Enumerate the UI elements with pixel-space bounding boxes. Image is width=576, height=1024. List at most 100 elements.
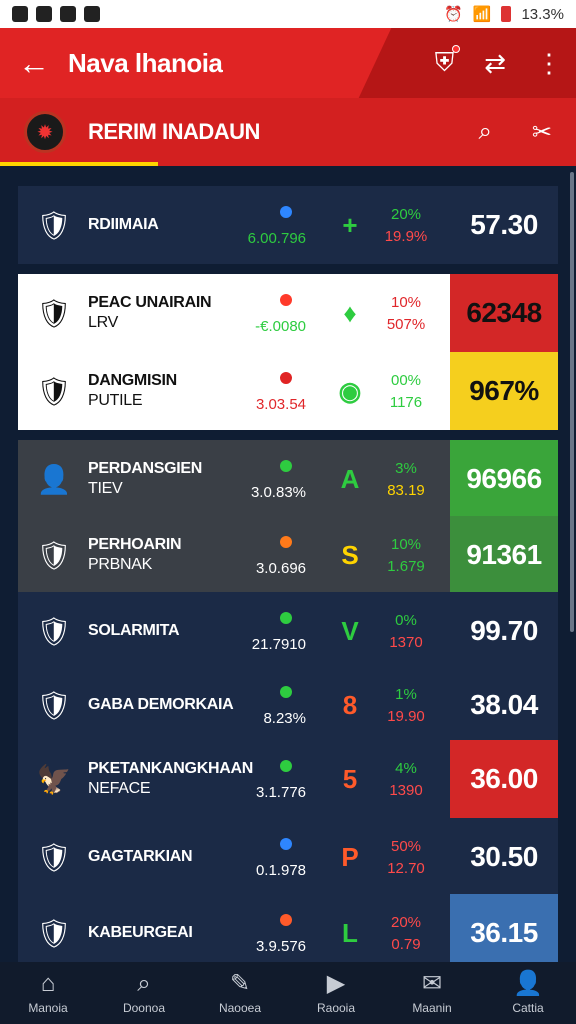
trend-icon: L (342, 917, 358, 948)
change-value: 3.0.83% (250, 484, 306, 501)
percent-bottom: 19.9% (384, 228, 428, 245)
nav-label: Doonoa (122, 1001, 166, 1015)
app-bar: ← Nava lhanoia ⛨ ⇄ ⋮ (0, 28, 576, 98)
crest-icon: 🛡 (36, 297, 72, 329)
change-value: -€.0080 (255, 318, 306, 335)
team-name: SOLARMITA (88, 592, 268, 670)
percent-bottom: 1176 (389, 394, 423, 411)
percent-bottom: 1.679 (387, 558, 425, 575)
score-value: 99.70 (450, 592, 558, 670)
table-row[interactable]: 🛡 PEAC UNAIRAIN LRV -€.0080 ♦ 10% 507% 62348 (18, 274, 558, 352)
score-value: 967% (450, 352, 558, 430)
score-value: 57.30 (450, 186, 558, 264)
back-arrow-icon[interactable]: ← (0, 45, 68, 82)
team-name: PERHOARIN PRBNAK (88, 516, 268, 594)
table-row[interactable]: 🛡 DANGMISIN PUTILE 3.03.54 ◉ 00% 1176 967% (18, 352, 558, 430)
play-icon: ▶ (326, 970, 346, 997)
trend-icon: A (340, 463, 360, 494)
table-row[interactable]: 👤 PERDANSGIEN TIEV 3.0.83% A 3% 83.19 96966 (18, 440, 558, 518)
more-icon[interactable]: ⋮ (536, 48, 562, 79)
status-dot-icon (280, 760, 292, 772)
nav-item-home[interactable]: ⌂ Manoia (0, 962, 96, 1024)
trend-icon: S (341, 539, 359, 570)
nav-item-play[interactable]: ▶ Raooia (288, 962, 384, 1024)
message-icon: ✉ (421, 970, 443, 997)
team-name-label: PERHOARIN (88, 536, 182, 553)
notification-icon (60, 6, 76, 22)
table-row[interactable]: 🛡 KABEURGEAI 3.9.576 L 20% 0.79 36.15 (18, 894, 558, 972)
team-name-label: PERDANSGIEN (88, 460, 203, 477)
alarm-icon: ⏰ (444, 6, 463, 23)
edit-icon: ✎ (229, 970, 251, 997)
team-name: RDIIMAIA (88, 186, 268, 264)
table-row[interactable]: 🦅 PKETANKANGKHAAN NEFACE 3.1.776 5 4% 1390 36.0… (18, 740, 558, 818)
percent-top: 3% (395, 460, 417, 477)
team-name: PERDANSGIEN TIEV (88, 440, 268, 518)
nav-item-search[interactable]: ⌕ Doonoa (96, 962, 192, 1024)
shield-icon[interactable]: ⛨ (435, 45, 461, 79)
notification-icon (36, 6, 52, 22)
wifi-icon: 📶 (472, 6, 492, 23)
crest-icon: 🛡 (36, 917, 72, 949)
share-icon[interactable]: ⇄ (484, 48, 506, 79)
percent-bottom: 83.19 (387, 482, 425, 499)
scrollbar[interactable] (570, 172, 574, 632)
team-name-label: DANGMISIN (88, 372, 177, 389)
percent-group: 3% 83.19 (380, 458, 432, 502)
percent-group: 1% 19.90 (380, 684, 432, 728)
nav-label: Cattia (512, 1001, 544, 1015)
table-row[interactable]: 🛡 SOLARMITA 21.7910 V 0% 1370 99.70 (18, 592, 558, 670)
percent-group: 4% 1390 (380, 758, 432, 802)
score-value: 36.15 (450, 894, 558, 972)
percent-bottom: 1370 (389, 634, 423, 651)
table-row[interactable]: 🛡 PERHOARIN PRBNAK 3.0.696 S 10% 1.679 91361 (18, 516, 558, 594)
nav-item-profile[interactable]: 👤 Cattia (480, 962, 576, 1024)
trend-icon: ◉ (338, 375, 362, 406)
percent-top: 10% (390, 294, 422, 311)
search-icon: ⌕ (137, 970, 151, 997)
percent-group: 0% 1370 (380, 610, 432, 654)
team-name: PKETANKANGKHAAN NEFACE (88, 740, 268, 818)
status-bar: ⏰ 📶 13.3% (0, 0, 576, 28)
status-dot-icon (280, 914, 292, 926)
crest-icon: 🛡 (36, 615, 72, 647)
score-value: 91361 (450, 516, 558, 594)
percent-bottom: 0.79 (391, 936, 421, 953)
team-logo-icon: ✹ (24, 111, 66, 153)
table-row[interactable]: 🛡 GAGTARKIAN 0.1.978 P 50% 12.70 30.50 (18, 818, 558, 896)
team-name: GABA DEMORKAIA (88, 666, 268, 744)
nav-item-message[interactable]: ✉ Maanin (384, 962, 480, 1024)
status-dot-icon (280, 206, 292, 218)
score-value: 62348 (450, 274, 558, 352)
score-value: 38.04 (450, 666, 558, 744)
percent-bottom: 507% (386, 316, 426, 333)
table-row[interactable]: 🛡 GABA DEMORKAIA 8.23% 8 1% 19.90 38.04 (18, 666, 558, 744)
status-dot-icon (280, 372, 292, 384)
search-icon[interactable]: ⌕ (478, 118, 491, 146)
share-icon[interactable]: ✂ (532, 118, 552, 147)
percent-top: 4% (395, 760, 417, 777)
battery-icon (501, 6, 512, 22)
active-tab-indicator (0, 162, 158, 166)
team-name: PEAC UNAIRAIN LRV (88, 274, 268, 352)
status-dot-icon (280, 536, 292, 548)
score-value: 30.50 (450, 818, 558, 896)
score-value: 96966 (450, 440, 558, 518)
team-name: GAGTARKIAN (88, 818, 268, 896)
nav-item-edit[interactable]: ✎ Naooea (192, 962, 288, 1024)
section-header: ✹ RERIM INADAUN ⌕ ✂ (0, 98, 576, 166)
table-row[interactable]: 🛡 RDIIMAIA 6.00.796 +20% 19.9% 57.30 (18, 186, 558, 264)
percent-group: 00% 1176 (380, 370, 432, 414)
change-value: 3.9.576 (255, 938, 306, 955)
notification-icon (84, 6, 100, 22)
score-value: 36.00 (450, 740, 558, 818)
team-name: DANGMISIN PUTILE (88, 352, 268, 430)
trend-icon: 5 (342, 763, 358, 794)
trend-icon: P (341, 841, 359, 872)
percent-top: 0% (395, 612, 417, 629)
percent-bottom: 12.70 (387, 860, 425, 877)
percent-top: 50% (390, 838, 422, 855)
change-value: 8.23% (263, 710, 306, 727)
percent-group: 10% 507% (380, 292, 432, 336)
trend-icon: 8 (342, 689, 358, 720)
